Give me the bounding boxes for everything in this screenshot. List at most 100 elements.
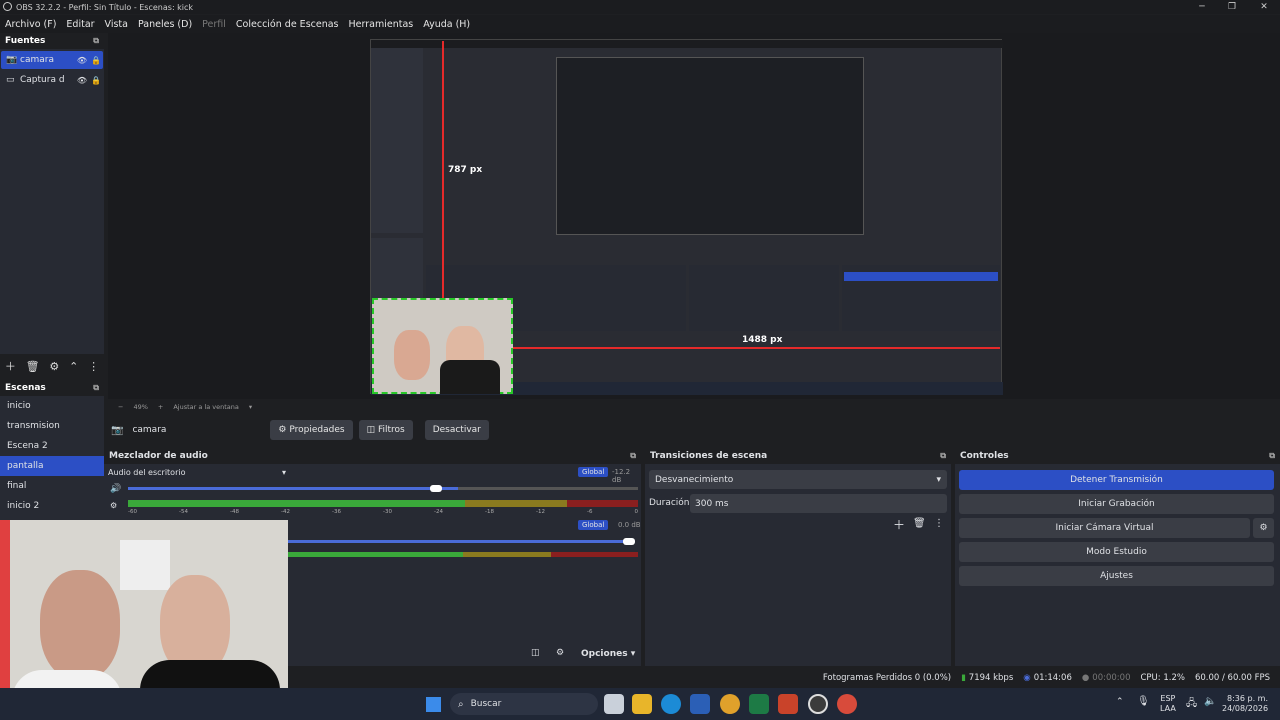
vertical-distance-label: 787 px <box>448 165 483 175</box>
windows-start-icon[interactable] <box>426 697 441 712</box>
deactivate-button[interactable]: Desactivar <box>424 420 489 440</box>
menu-herramientas[interactable]: Herramientas <box>349 19 414 30</box>
menu-archivo[interactable]: Archivo (F) <box>5 19 56 30</box>
transition-type: Desvanecimiento <box>655 474 734 485</box>
visibility-icon[interactable]: 👁 <box>75 56 89 65</box>
obs-icon[interactable] <box>808 694 828 714</box>
fit-dropdown[interactable]: Ajustar a la ventana <box>173 403 239 411</box>
properties-label: Propiedades <box>289 425 345 435</box>
gear-small-icon[interactable]: ⚙ <box>110 501 117 510</box>
menu-vista[interactable]: Vista <box>105 19 128 30</box>
gear-icon[interactable]: ⚙ <box>1253 518 1274 538</box>
menu-coleccion[interactable]: Colección de Escenas <box>236 19 339 30</box>
excel-icon[interactable] <box>749 694 769 714</box>
properties-button[interactable]: ⚙ Propiedades <box>270 420 353 440</box>
bitrate: 7194 kbps <box>968 673 1014 683</box>
scene-item[interactable]: inicio 2 <box>0 496 104 516</box>
chevron-down-icon[interactable]: ▾ <box>282 468 286 477</box>
scene-item[interactable]: Escena 2 <box>0 436 104 456</box>
language-indicator[interactable]: ESP LAA <box>1160 694 1176 714</box>
source-item-captura[interactable]: ▭ Captura d 👁 🔒 <box>1 71 103 89</box>
lock-icon[interactable]: 🔒 <box>89 56 103 65</box>
undock-icon[interactable]: ⧉ <box>940 451 946 461</box>
search-icon: ⌕ <box>458 698 464 710</box>
microphone-icon[interactable]: 🎙 <box>1137 696 1150 707</box>
zoom-out-icon[interactable]: − <box>118 403 123 411</box>
zoom-in-icon[interactable]: + <box>158 403 163 411</box>
task-view-icon[interactable] <box>604 694 624 714</box>
powerpoint-icon[interactable] <box>778 694 798 714</box>
maximize-icon[interactable]: ❐ <box>1216 0 1248 14</box>
add-icon[interactable]: ＋ <box>893 516 905 533</box>
chrome-profile-icon[interactable] <box>837 694 857 714</box>
camera-source-selected[interactable] <box>372 298 513 394</box>
options-label: Opciones <box>581 649 628 659</box>
more-icon[interactable]: ⋮ <box>88 360 99 373</box>
add-icon[interactable]: ＋ <box>5 358 16 374</box>
close-icon[interactable]: ✕ <box>1248 0 1280 14</box>
more-icon[interactable]: ⋮ <box>934 518 944 529</box>
global-badge: Global <box>578 467 609 477</box>
menu-bar: Archivo (F) Editar Vista Paneles (D) Per… <box>0 15 1280 33</box>
trash-icon[interactable]: 🗑 <box>913 518 926 529</box>
scene-item-selected[interactable]: pantalla <box>0 456 104 476</box>
gear-icon[interactable]: ⚙ <box>49 360 59 373</box>
scene-item[interactable]: inicio <box>0 396 104 416</box>
options-button[interactable]: Opciones ▾ <box>581 649 635 659</box>
filters-button[interactable]: ◫ Filtros <box>358 420 413 440</box>
scene-item[interactable]: transmision <box>0 416 104 436</box>
start-recording-button[interactable]: Iniciar Grabación <box>959 494 1274 514</box>
speaker-icon[interactable]: 🔊 <box>110 484 121 494</box>
source-toolbar: 📷 camara ⚙ Propiedades ◫ Filtros Desacti… <box>104 419 1280 441</box>
mixer-layout-icon[interactable]: ◫ <box>531 648 540 658</box>
volume-icon[interactable]: 🔈 <box>1204 696 1216 707</box>
lock-icon[interactable]: 🔒 <box>89 76 103 85</box>
menu-editar[interactable]: Editar <box>66 19 94 30</box>
transition-select[interactable]: Desvanecimiento ▾ <box>649 470 947 489</box>
chevron-down-icon[interactable]: ▾ <box>249 403 252 411</box>
undock-icon[interactable]: ⧉ <box>630 451 636 461</box>
undock-icon[interactable]: ⧉ <box>93 383 99 393</box>
volume-slider-handle[interactable] <box>430 485 442 492</box>
menu-ayuda[interactable]: Ayuda (H) <box>423 19 470 30</box>
undock-icon[interactable]: ⧉ <box>93 36 99 46</box>
visibility-icon[interactable]: 👁 <box>75 76 89 85</box>
taskbar: ⌕ Buscar ⌃ 🎙 ESP LAA 🖧 🔈 8:36 p. m. 24/0… <box>0 688 1280 720</box>
start-virtual-camera-button[interactable]: Iniciar Cámara Virtual <box>959 518 1250 538</box>
source-name: Captura d <box>20 75 65 85</box>
sources-title: Fuentes <box>5 36 46 46</box>
chrome-icon[interactable] <box>720 694 740 714</box>
file-explorer-icon[interactable] <box>632 694 652 714</box>
minimize-icon[interactable]: ─ <box>1186 0 1218 14</box>
clock-time: 8:36 p. m. <box>1226 694 1268 703</box>
taskbar-search[interactable]: ⌕ Buscar <box>450 693 598 715</box>
obs-logo-icon <box>3 2 12 11</box>
studio-mode-button[interactable]: Modo Estudio <box>959 542 1274 562</box>
chevron-up-icon[interactable]: ⌃ <box>69 360 78 373</box>
clock[interactable]: 8:36 p. m. 24/08/2026 <box>1222 694 1268 714</box>
stop-streaming-button[interactable]: Detener Transmisión <box>959 470 1274 490</box>
scene-item[interactable]: final <box>0 476 104 496</box>
menu-paneles[interactable]: Paneles (D) <box>138 19 192 30</box>
word-icon[interactable] <box>690 694 710 714</box>
language-code: ESP <box>1160 694 1176 703</box>
settings-button[interactable]: Ajustes <box>959 566 1274 586</box>
preview-canvas[interactable]: 787 px 1488 px <box>108 33 1280 399</box>
trash-icon[interactable]: 🗑 <box>26 360 40 373</box>
duration-input[interactable]: 300 ms <box>690 494 947 513</box>
menu-perfil[interactable]: Perfil <box>202 19 226 30</box>
camera-icon: 📷 <box>111 424 124 436</box>
zoom-level: 49% <box>133 403 148 411</box>
network-icon[interactable]: 🖧 <box>1186 696 1197 713</box>
duration-label: Duración <box>649 498 690 508</box>
duration-value: 300 ms <box>695 498 729 509</box>
edge-icon[interactable] <box>661 694 681 714</box>
source-item-camara[interactable]: 📷 camara 👁 🔒 <box>1 51 103 69</box>
transitions-dock: Transiciones de escena ⧉ Desvanecimiento ▾… <box>645 448 951 666</box>
chevron-up-icon[interactable]: ⌃ <box>1116 697 1124 707</box>
mixer-settings-icon[interactable]: ⚙ <box>556 648 564 658</box>
scenes-dock: Escenas ⧉ inicio transmision Escena 2 pan… <box>0 380 104 520</box>
undock-icon[interactable]: ⧉ <box>1269 451 1275 461</box>
volume-slider-handle[interactable] <box>623 538 635 545</box>
keyboard-layout: LAA <box>1160 704 1176 713</box>
